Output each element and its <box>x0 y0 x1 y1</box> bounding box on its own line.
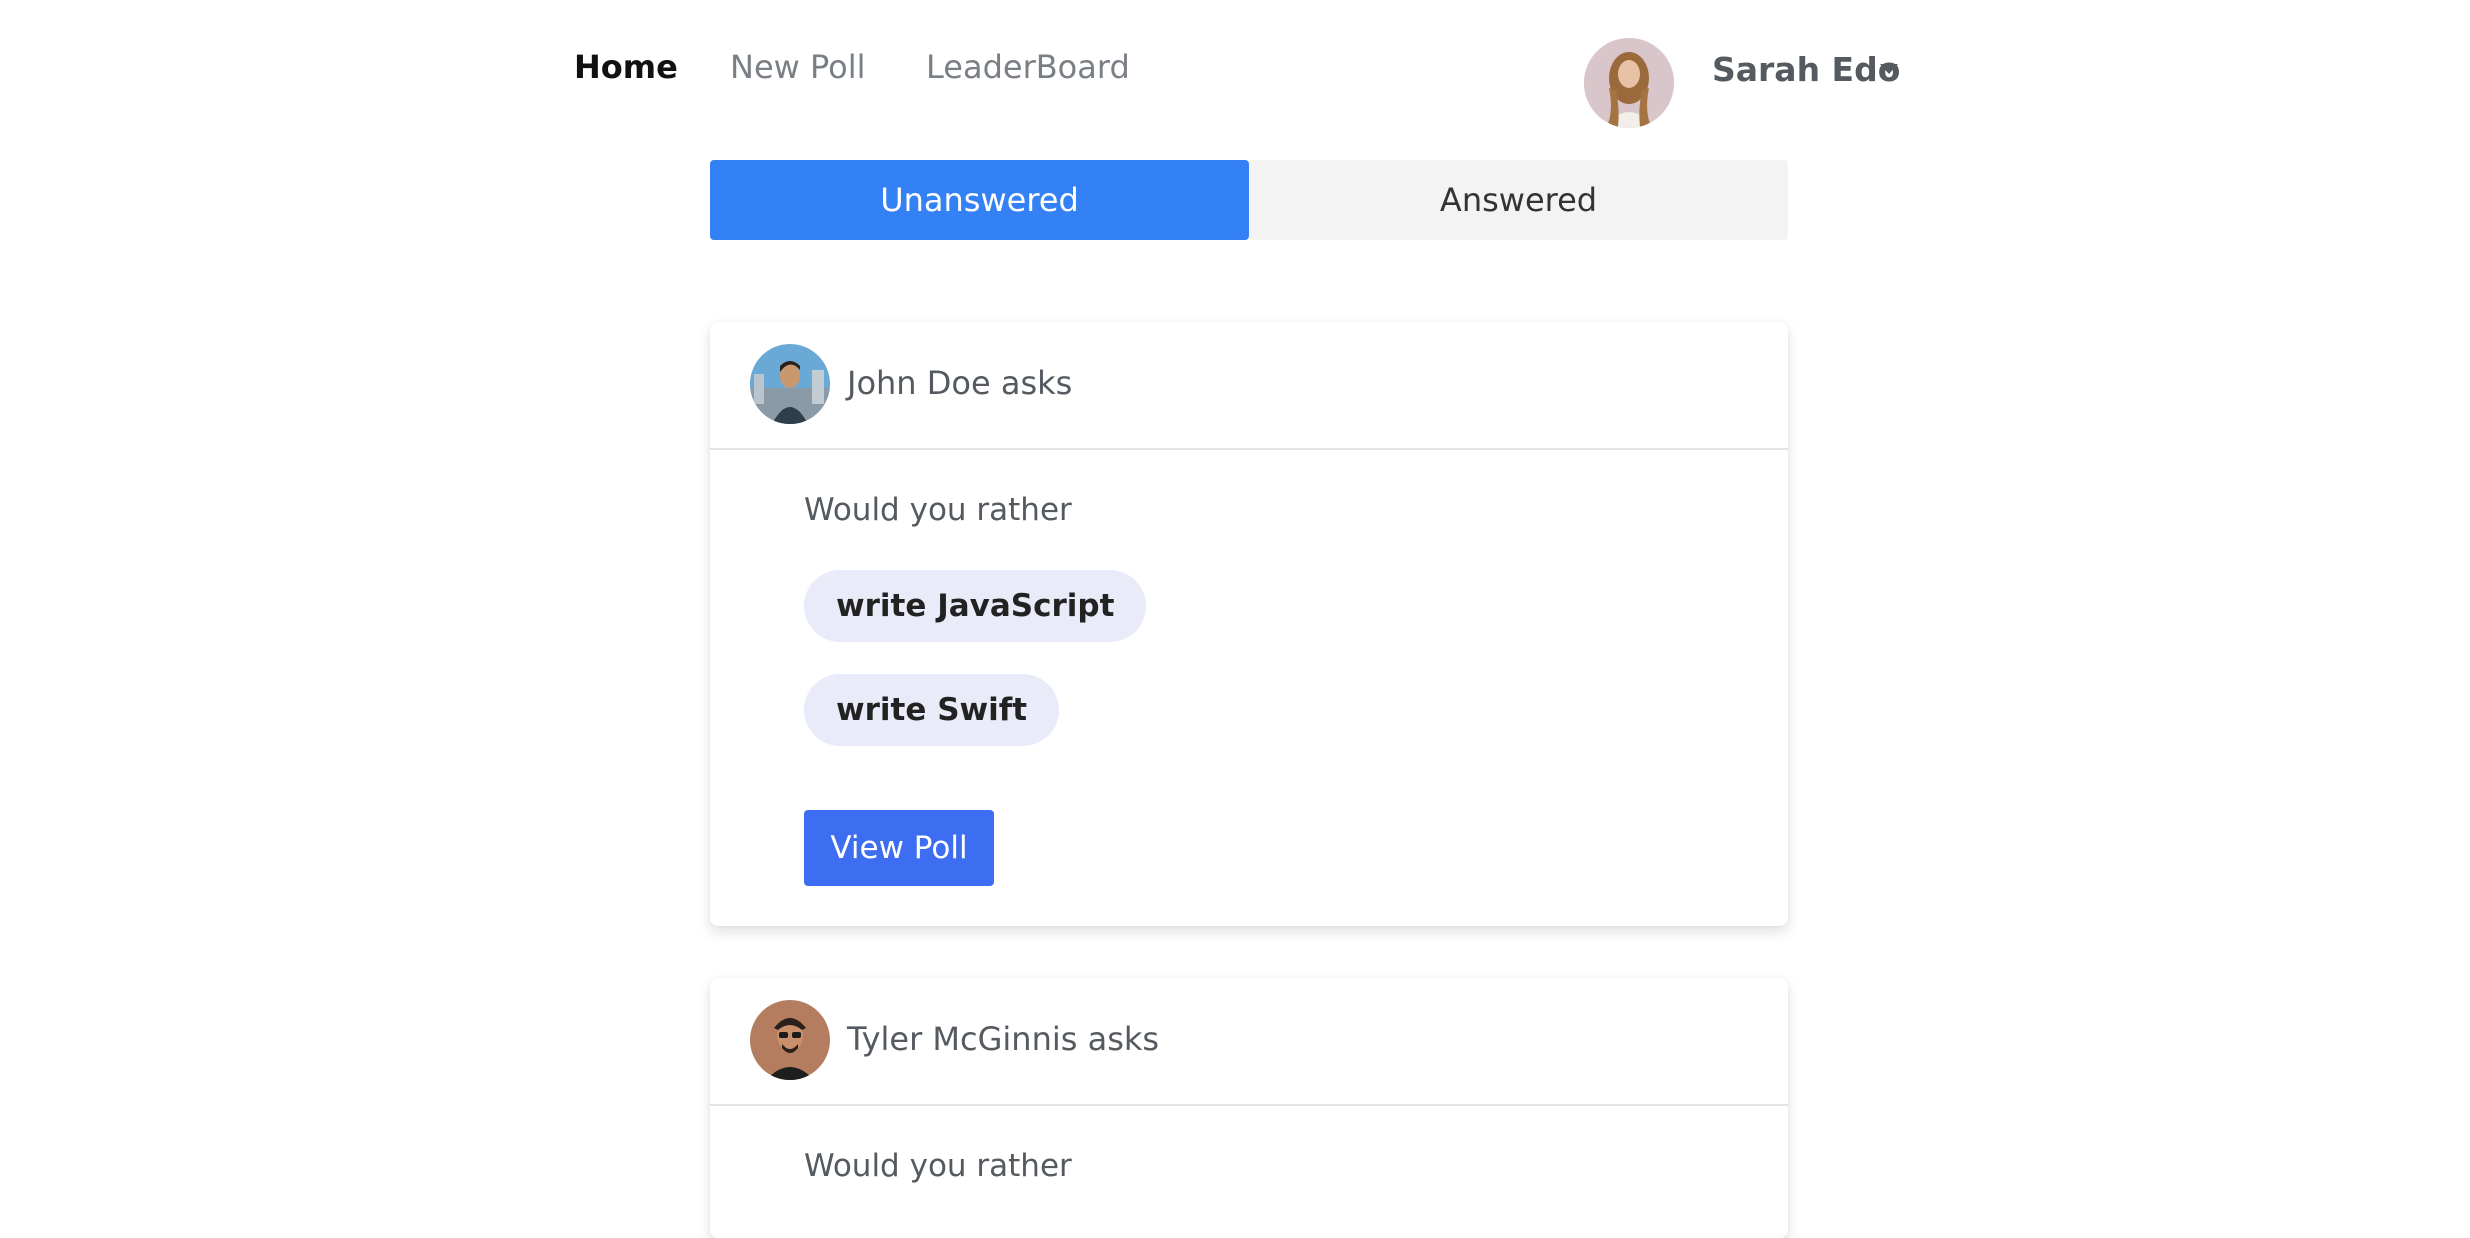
nav-home-link[interactable]: Home <box>574 48 678 86</box>
asker-avatar <box>750 1000 830 1080</box>
card-header: John Doe asks <box>710 322 1788 450</box>
navbar: Home New Poll LeaderBoard Sarah Edo <box>0 0 2470 140</box>
option-two: write Swift <box>804 674 1060 746</box>
user-name-dropdown[interactable]: Sarah Edo <box>1712 50 1900 89</box>
user-avatar <box>1584 38 1674 128</box>
question-prompt: Would you rather <box>804 1148 1072 1184</box>
nav-leaderboard-link[interactable]: LeaderBoard <box>926 48 1130 86</box>
question-tabs: Unanswered Answered <box>710 160 1788 240</box>
chevron-down-icon[interactable] <box>1880 64 1898 74</box>
asker-avatar <box>750 344 830 424</box>
card-header: Tyler McGinnis asks <box>710 978 1788 1106</box>
option-one: write JavaScript <box>804 570 1147 642</box>
question-prompt: Would you rather <box>804 492 1072 528</box>
view-poll-button[interactable]: View Poll <box>804 810 994 886</box>
asker-name: Tyler McGinnis asks <box>847 1020 1160 1058</box>
tab-unanswered[interactable]: Unanswered <box>710 160 1249 240</box>
question-card: John Doe asks Would you rather write Jav… <box>710 322 1788 926</box>
nav-new-poll-link[interactable]: New Poll <box>730 48 865 86</box>
asker-name: John Doe asks <box>847 364 1073 402</box>
question-card: Tyler McGinnis asks Would you rather <box>710 978 1788 1238</box>
tab-answered[interactable]: Answered <box>1249 160 1788 240</box>
